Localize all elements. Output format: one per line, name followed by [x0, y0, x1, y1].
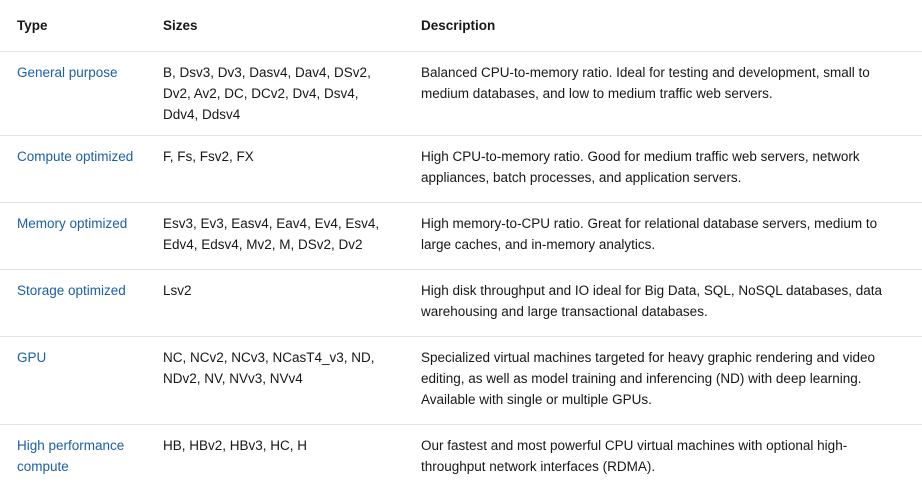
type-link-general-purpose[interactable]: General purpose	[17, 65, 118, 80]
type-link-compute-optimized[interactable]: Compute optimized	[17, 149, 133, 164]
table-row: Memory optimized Esv3, Ev3, Easv4, Eav4,…	[0, 202, 922, 270]
sizes-cell: F, Fs, Fsv2, FX	[147, 135, 405, 203]
type-cell: Memory optimized	[0, 202, 147, 270]
table-row: Storage optimized Lsv2 High disk through…	[0, 269, 922, 337]
description-cell: High CPU-to-memory ratio. Good for mediu…	[405, 135, 922, 203]
type-cell: General purpose	[0, 51, 147, 136]
header-sizes: Sizes	[147, 0, 405, 52]
vm-types-table-container: Type Sizes Description General purpose B…	[0, 0, 922, 501]
sizes-cell: HB, HBv2, HBv3, HC, H	[163, 438, 308, 453]
header-type: Type	[0, 0, 147, 52]
description-cell: High disk throughput and IO ideal for Bi…	[405, 269, 922, 337]
sizes-cell: B, Dsv3, Dv3, Dasv4, Dav4, DSv2, Dv2, Av…	[147, 51, 405, 136]
description-cell: Specialized virtual machines targeted fo…	[405, 336, 922, 425]
type-cell: Compute optimized	[0, 135, 147, 203]
sizes-cell: NC, NCv2, NCv3, NCasT4_v3, ND, NDv2, NV,…	[147, 336, 405, 425]
table-header-row: Type Sizes Description	[0, 0, 922, 52]
type-cell: Storage optimized	[0, 269, 147, 337]
vm-types-table: Type Sizes Description General purpose B…	[0, 0, 922, 495]
header-description: Description	[405, 0, 922, 52]
type-cell: High performance compute	[0, 425, 147, 496]
description-cell: Our fastest and most powerful CPU virtua…	[421, 438, 848, 474]
type-link-storage-optimized[interactable]: Storage optimized	[17, 283, 126, 298]
type-link-gpu[interactable]: GPU	[17, 350, 46, 365]
type-link-memory-optimized[interactable]: Memory optimized	[17, 216, 127, 231]
description-cell: High memory-to-CPU ratio. Great for rela…	[405, 202, 922, 270]
table-row: General purpose B, Dsv3, Dv3, Dasv4, Dav…	[0, 51, 922, 136]
type-cell: GPU	[0, 336, 147, 425]
sizes-cell: Esv3, Ev3, Easv4, Eav4, Ev4, Esv4, Edv4,…	[147, 202, 405, 270]
sizes-cell: Lsv2	[147, 269, 405, 337]
table-row: High performance compute HB, HBv2, HBv3,…	[0, 425, 922, 496]
table-row: Compute optimized F, Fs, Fsv2, FX High C…	[0, 135, 922, 203]
description-cell: Balanced CPU-to-memory ratio. Ideal for …	[405, 51, 922, 136]
table-row: GPU NC, NCv2, NCv3, NCasT4_v3, ND, NDv2,…	[0, 336, 922, 425]
type-link-high-performance-compute[interactable]: High performance compute	[17, 438, 124, 474]
